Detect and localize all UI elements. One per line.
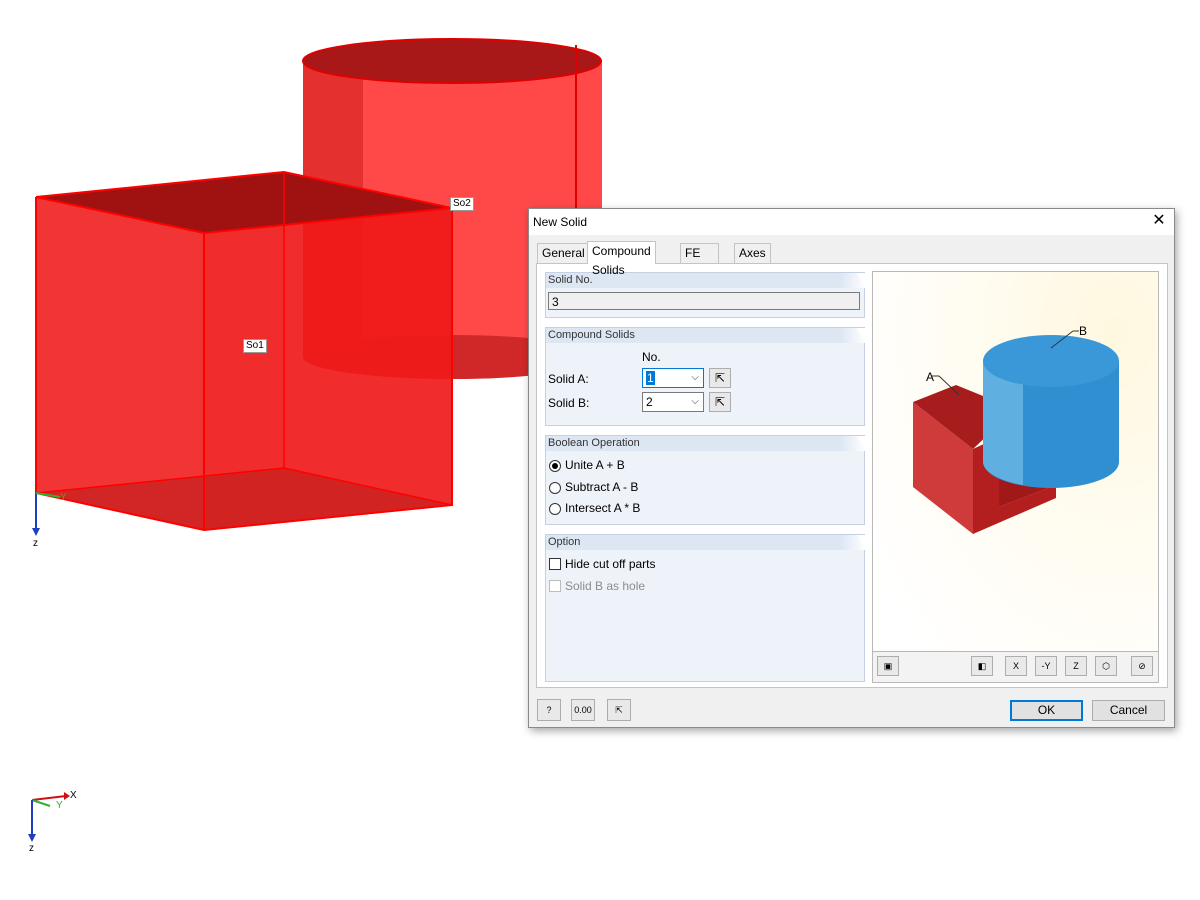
help-button[interactable]: ? — [537, 699, 561, 721]
solid-b-value: 2 — [646, 395, 653, 409]
solid-b-select[interactable]: 2 ⌵ — [642, 392, 704, 412]
help-icon: ? — [546, 705, 552, 715]
solid-b-as-hole-checkbox — [549, 580, 561, 592]
solid-b-label: Solid B: — [548, 396, 590, 410]
group-boolean-operation: Boolean Operation Unite A + B Subtract A… — [545, 435, 866, 525]
view-y-label: -Y — [1041, 661, 1051, 671]
radio-subtract-label[interactable]: Subtract A - B — [565, 480, 638, 494]
global-axis-x-label: X — [70, 790, 77, 801]
display-icon[interactable]: ◧ — [971, 656, 993, 676]
pick-solid-a-button[interactable]: ⇱ — [709, 368, 731, 388]
isometric-icon[interactable]: ⬡ — [1095, 656, 1117, 676]
group-header-compound-solids: Compound Solids — [546, 328, 866, 343]
model-origin-axes — [32, 492, 61, 536]
view-x-icon[interactable]: X — [1005, 656, 1027, 676]
cancel-button[interactable]: Cancel — [1092, 700, 1165, 721]
radio-subtract[interactable] — [549, 482, 561, 494]
hide-cut-off-parts-checkbox[interactable] — [549, 558, 561, 570]
radio-intersect-label[interactable]: Intersect A * B — [565, 501, 640, 515]
radio-unite-label[interactable]: Unite A + B — [565, 458, 625, 472]
preview-label-b: B — [1079, 324, 1088, 338]
solid-a-select[interactable]: 1 ⌵ — [642, 368, 704, 388]
group-option: Option Hide cut off parts Solid B as hol… — [545, 534, 866, 682]
tab-compound-solids[interactable]: Compound Solids — [587, 241, 656, 277]
tab-axes[interactable]: Axes — [734, 243, 771, 263]
group-header-boolean-operation: Boolean Operation — [546, 436, 866, 451]
model-axis-y-label: Y — [60, 492, 67, 503]
group-header-option: Option — [546, 535, 866, 550]
preview-panel[interactable]: A B — [872, 271, 1159, 683]
tab-fe-mesh[interactable]: FE Mesh — [680, 243, 720, 279]
new-solid-dialog: New Solid ✕ General Compound Solids FE M… — [528, 208, 1175, 728]
solid-label-so1: So1 — [243, 339, 267, 353]
view-x-label: X — [1012, 661, 1019, 671]
model-axis-z-label: z — [33, 538, 38, 549]
pick-cursor-icon: ⇱ — [615, 705, 623, 715]
pick-solid-b-button[interactable]: ⇱ — [709, 392, 731, 412]
global-axes-icon — [28, 792, 70, 842]
view-z-label: Z — [1073, 661, 1079, 671]
pick-button[interactable]: ⇱ — [607, 699, 631, 721]
solid-no-field: 3 — [548, 292, 860, 310]
pick-cursor-icon: ⇱ — [714, 371, 726, 385]
solid-a-label: Solid A: — [548, 372, 589, 386]
global-axis-y-label: Y — [56, 800, 63, 811]
zoom-reset-icon[interactable]: ⊘ — [1131, 656, 1153, 676]
image-icon[interactable]: ▣ — [877, 656, 899, 676]
dialog-title: New Solid — [533, 215, 588, 229]
view-z-icon[interactable]: Z — [1065, 656, 1087, 676]
units-button[interactable]: 0.00 — [571, 699, 595, 721]
solid-label-so2: So2 — [450, 197, 474, 211]
radio-intersect[interactable] — [549, 503, 561, 515]
preview-toolbar: ▣ ◧ X -Y Z ⬡ ⊘ — [872, 651, 1159, 683]
ok-button[interactable]: OK — [1010, 700, 1083, 721]
global-axis-z-label: z — [29, 843, 34, 854]
view-minus-y-icon[interactable]: -Y — [1035, 656, 1057, 676]
radio-unite[interactable] — [549, 460, 561, 472]
preview-graphic — [913, 330, 1119, 534]
pick-cursor-icon: ⇱ — [714, 395, 726, 409]
chevron-down-icon: ⌵ — [691, 372, 699, 383]
column-header-no: No. — [642, 350, 661, 364]
group-compound-solids: Compound Solids No. Solid A: 1 ⌵ ⇱ Solid… — [545, 327, 866, 426]
hide-cut-off-parts-label[interactable]: Hide cut off parts — [565, 557, 656, 571]
solid-a-value: 1 — [646, 371, 655, 385]
tab-general[interactable]: General — [537, 243, 590, 263]
close-icon[interactable]: ✕ — [1150, 212, 1168, 230]
preview-label-a: A — [926, 370, 935, 384]
chevron-down-icon: ⌵ — [691, 396, 699, 407]
solid-b-as-hole-label: Solid B as hole — [565, 579, 646, 593]
dialog-titlebar[interactable]: New Solid ✕ — [529, 209, 1174, 235]
units-icon: 0.00 — [574, 705, 592, 715]
